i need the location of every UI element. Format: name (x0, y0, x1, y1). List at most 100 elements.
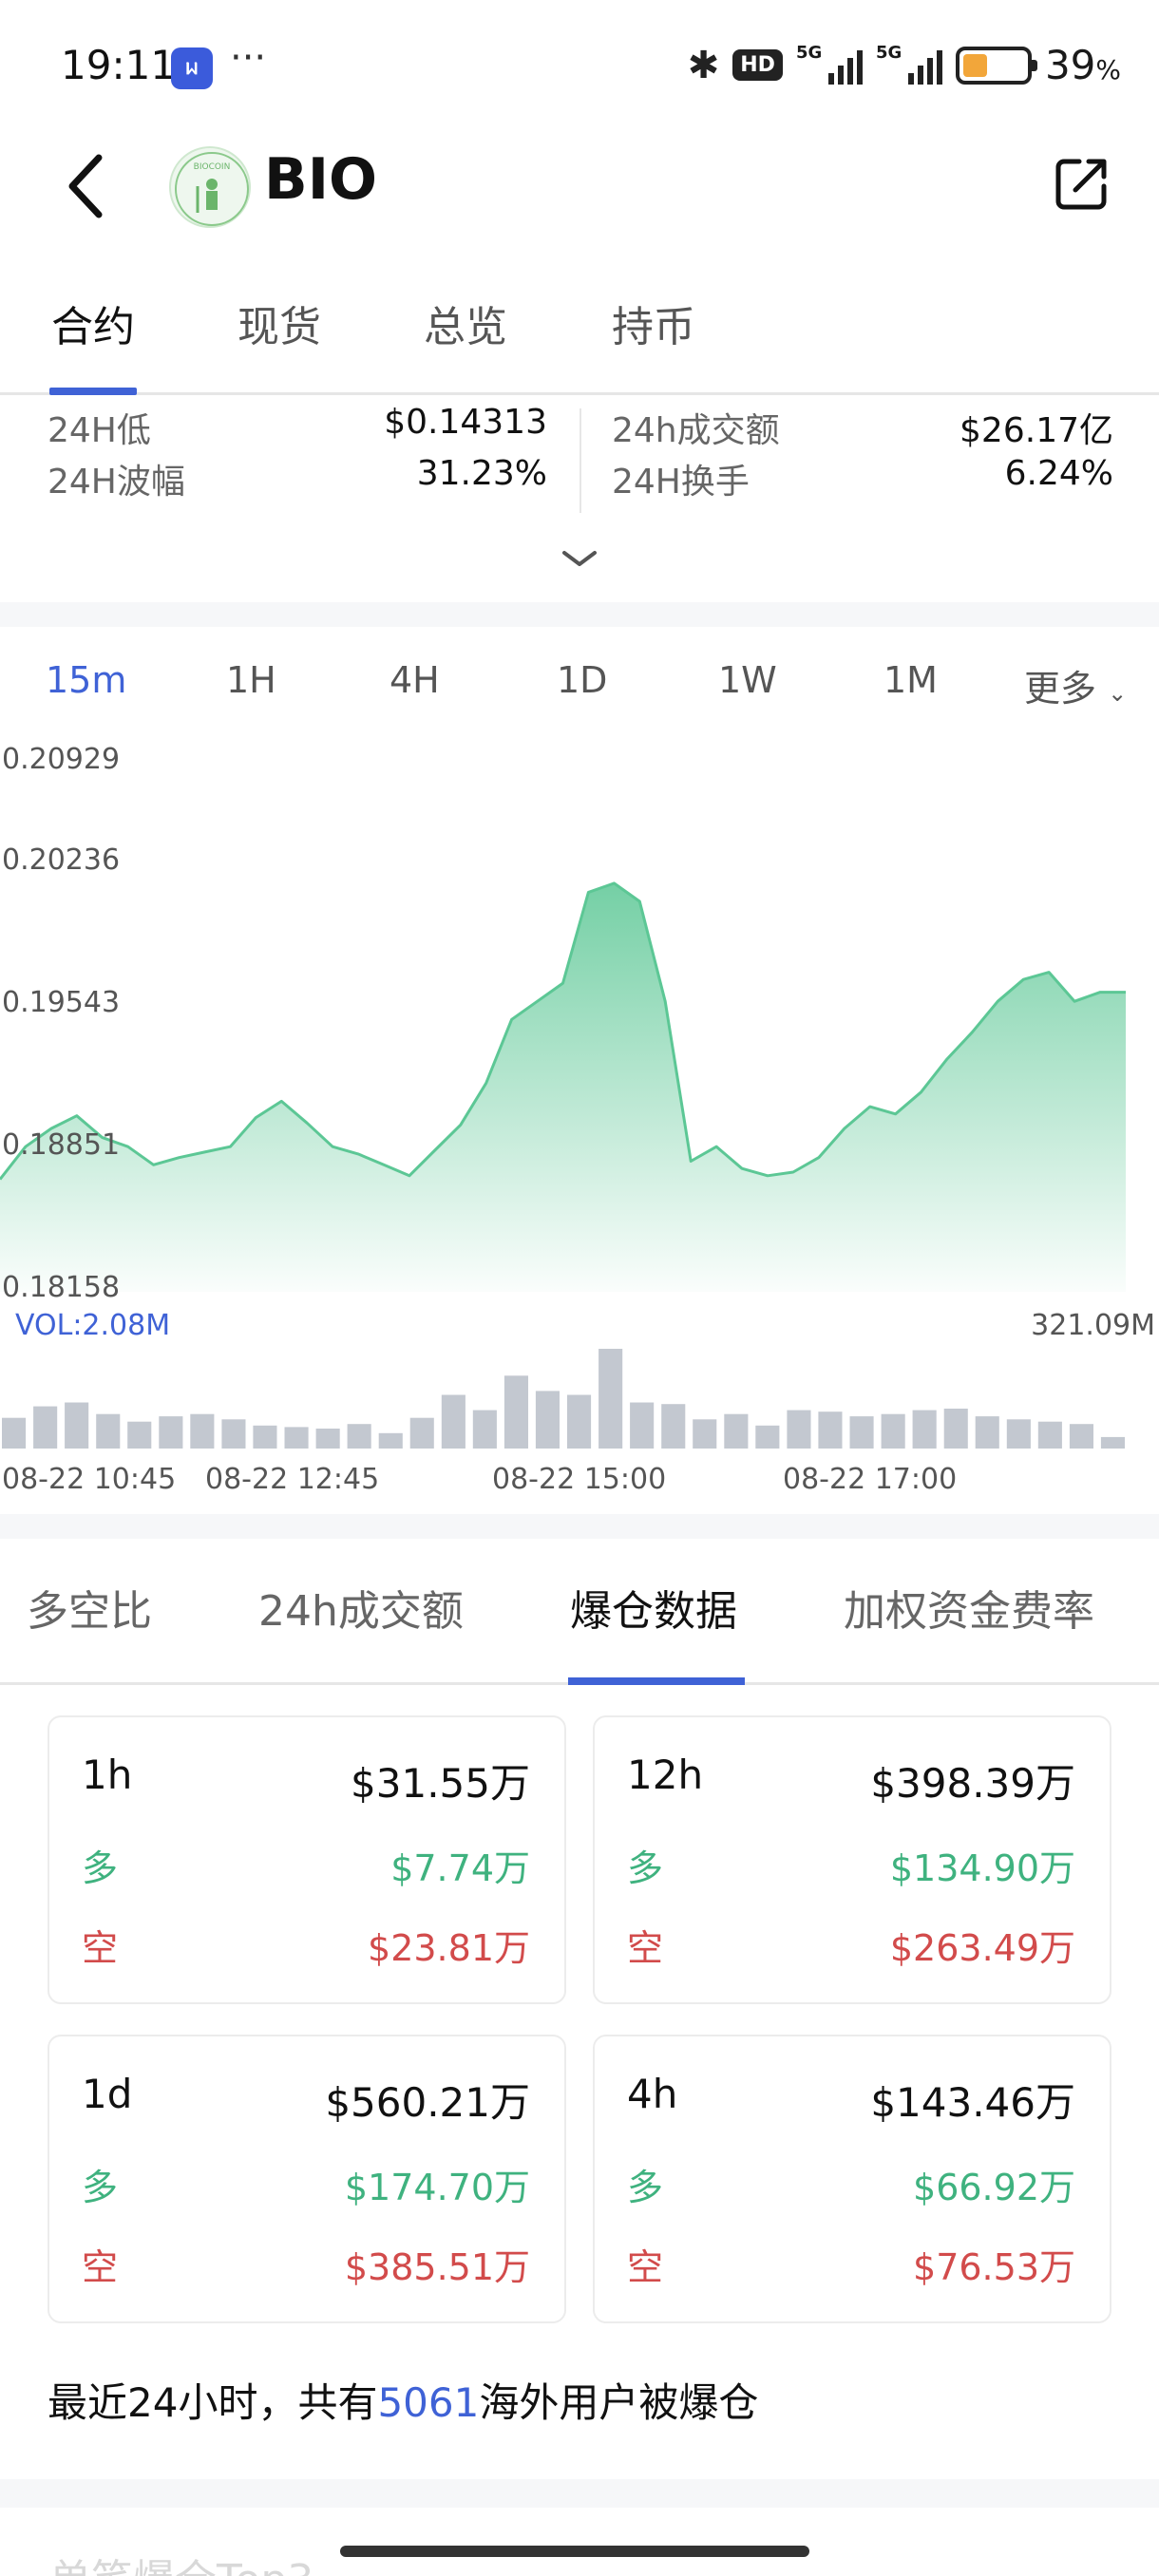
app-header: BIOCOIN BIO (0, 133, 1159, 247)
volume-bar (975, 1416, 999, 1449)
interval-15m[interactable]: 15m (46, 659, 126, 701)
tab-24h-volume[interactable]: 24h成交额 (258, 1577, 464, 1638)
section-gap (0, 2479, 1159, 2508)
liquidated-user-count: 5061 (377, 2379, 480, 2426)
status-time: 19:11 (61, 42, 177, 88)
interval-more[interactable]: 更多 ⌄ (1024, 659, 1127, 711)
x-tick-label: 08-22 12:45 (205, 1463, 380, 1496)
volume-bar (159, 1416, 183, 1449)
volume-label: VOL:2.08M (15, 1309, 171, 1342)
tab-spot[interactable]: 现货 (238, 293, 321, 353)
volume-bar (441, 1394, 466, 1449)
coin-name: BIO (264, 146, 378, 213)
long-value: $174.70万 (344, 2167, 530, 2208)
card-period: 1d (82, 2071, 133, 2117)
y-tick-label: 0.19543 (2, 986, 121, 1019)
price-chart[interactable]: 0.20929 0.20236 0.19543 0.18851 0.18158 … (0, 731, 1159, 1520)
tab-funding-rate[interactable]: 加权资金费率 (844, 1577, 1094, 1638)
interval-1h[interactable]: 1H (226, 659, 276, 701)
volume-bar (472, 1410, 497, 1449)
x-tick-label: 08-22 15:00 (492, 1463, 667, 1496)
bluetooth-icon: ✱ (687, 43, 720, 87)
interval-selector: 15m 1H 4H 1D 1W 1M 更多 ⌄ (0, 646, 1159, 722)
long-label: 多 (82, 1847, 119, 1889)
y-tick-label: 0.18851 (2, 1128, 121, 1162)
long-value: $7.74万 (390, 1847, 530, 1889)
svg-text:BIOCOIN: BIOCOIN (194, 162, 231, 172)
card-total: $143.46万 (870, 2079, 1075, 2126)
more-notifications-icon: ··· (230, 36, 267, 80)
volume-bar (378, 1432, 403, 1449)
volume-bar (943, 1409, 968, 1449)
tab-contract[interactable]: 合约 (51, 293, 135, 353)
interval-1w[interactable]: 1W (718, 659, 777, 701)
turnover-24h-label: 24H换手 (612, 463, 750, 502)
tab-holders[interactable]: 持币 (612, 293, 695, 353)
volume-bar (33, 1406, 58, 1449)
long-label: 多 (627, 2167, 664, 2208)
price-area-fill (0, 882, 1126, 1292)
volume-bar (567, 1394, 592, 1449)
interval-1m[interactable]: 1M (884, 659, 938, 701)
short-value: $76.53万 (913, 2246, 1075, 2288)
volume-bar (253, 1425, 277, 1449)
stats-divider (580, 408, 581, 513)
liquidation-summary: 最近24小时，共有5061海外用户被爆仓 (48, 2379, 759, 2426)
long-label: 多 (627, 1847, 664, 1889)
chevron-down-small-icon: ⌄ (1108, 680, 1128, 707)
volume-bar (630, 1402, 655, 1449)
card-total: $560.21万 (325, 2079, 530, 2126)
short-value: $23.81万 (368, 1927, 530, 1969)
notification-app-icon: ᥕ (171, 47, 213, 89)
section-gap (0, 1514, 1159, 1539)
tab-liquidation-data[interactable]: 爆仓数据 (570, 1577, 737, 1638)
long-value: $66.92万 (913, 2167, 1075, 2208)
liquidation-card-4h: 4h $143.46万 多 $66.92万 空 $76.53万 (593, 2035, 1112, 2323)
back-arrow-icon[interactable] (59, 148, 116, 224)
chevron-down-icon[interactable] (560, 547, 598, 570)
volume-bar (65, 1402, 89, 1449)
hd-voice-icon: HD (732, 49, 783, 81)
volume-bar (598, 1349, 623, 1449)
tab-long-short-ratio[interactable]: 多空比 (27, 1577, 152, 1638)
volume-bar (315, 1429, 340, 1449)
interval-1d[interactable]: 1D (557, 659, 607, 701)
y-tick-label: 0.20236 (2, 843, 121, 877)
volume-bar (912, 1410, 937, 1449)
turnover-24h-value: 6.24% (1004, 454, 1113, 493)
interval-4h[interactable]: 4H (390, 659, 440, 701)
short-label: 空 (82, 1927, 119, 1969)
volume-bar (1069, 1424, 1093, 1449)
range-24h-label: 24H波幅 (48, 463, 185, 502)
volume-max-label: 321.09M (1031, 1309, 1155, 1342)
volume-bar (409, 1417, 434, 1449)
low-24h-label: 24H低 (48, 411, 151, 450)
card-total: $31.55万 (351, 1760, 530, 1807)
volume-bar (2, 1417, 27, 1449)
tab-active-indicator (568, 1677, 745, 1685)
main-tabs: 合约 现货 总览 持币 (0, 275, 1159, 395)
x-tick-label: 08-22 10:45 (2, 1463, 177, 1496)
liquidation-card-1d: 1d $560.21万 多 $174.70万 空 $385.51万 (48, 2035, 566, 2323)
volume-bar (693, 1419, 717, 1449)
range-24h-value: 31.23% (416, 454, 547, 493)
long-value: $134.90万 (889, 1847, 1075, 1889)
low-24h-value: $0.14313 (384, 403, 547, 442)
card-period: 12h (627, 1752, 704, 1798)
y-tick-label: 0.18158 (2, 1271, 121, 1304)
tab-overview[interactable]: 总览 (424, 293, 507, 353)
y-tick-label: 0.20929 (2, 743, 121, 776)
section-gap (0, 602, 1159, 627)
home-indicator[interactable] (340, 2546, 809, 2557)
volume-bar (221, 1419, 246, 1449)
share-icon[interactable] (1051, 152, 1113, 215)
liquidation-card-12h: 12h $398.39万 多 $134.90万 空 $263.49万 (593, 1715, 1112, 2004)
long-label: 多 (82, 2167, 119, 2208)
volume-bar (535, 1391, 560, 1449)
short-label: 空 (627, 2246, 664, 2288)
volume-bar (1037, 1421, 1062, 1449)
volume-bar (849, 1416, 874, 1449)
liquidation-card-1h: 1h $31.55万 多 $7.74万 空 $23.81万 (48, 1715, 566, 2004)
short-label: 空 (82, 2246, 119, 2288)
next-section-title: 单笔爆仓Top3 (49, 2546, 314, 2576)
